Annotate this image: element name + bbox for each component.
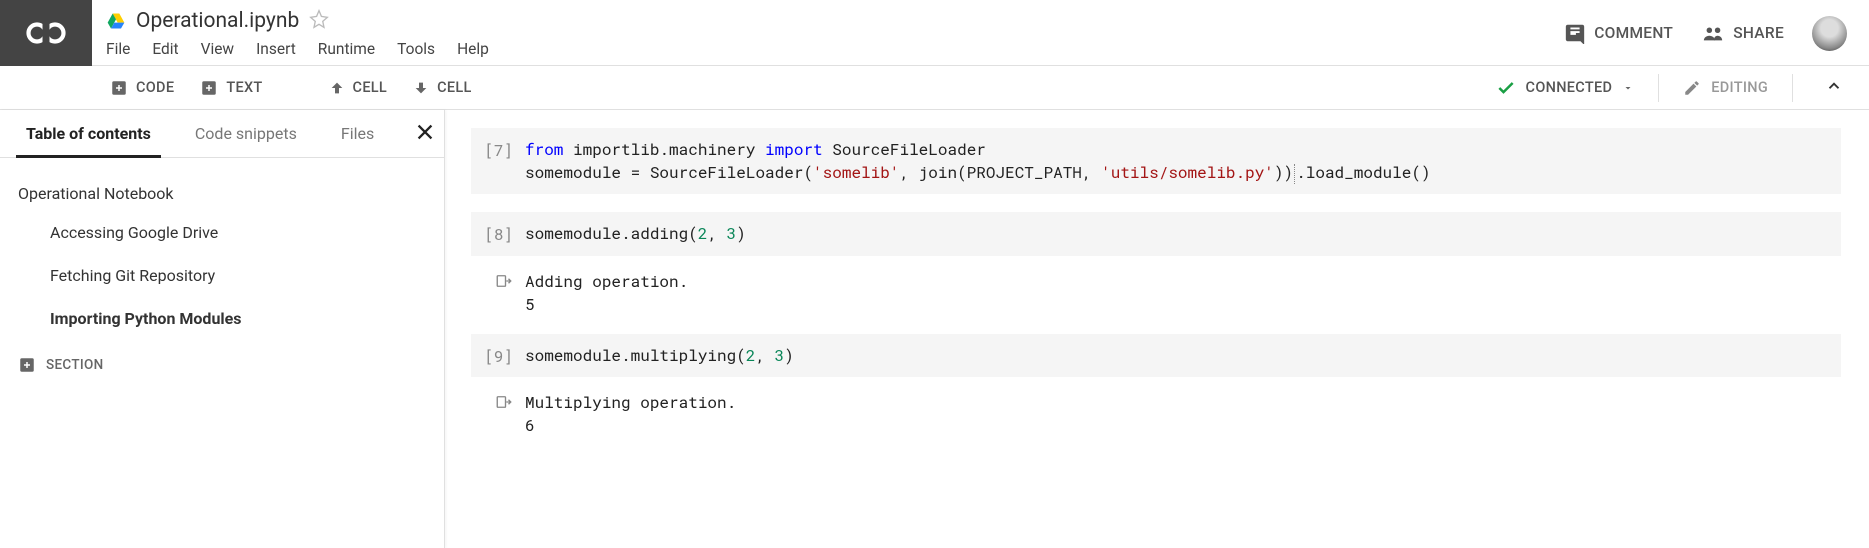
toc-heading[interactable]: Operational Notebook xyxy=(18,176,426,211)
menu-runtime[interactable]: Runtime xyxy=(318,40,375,58)
connection-label: CONNECTED xyxy=(1526,79,1613,96)
execution-count: [9] xyxy=(471,344,525,367)
execution-count: [7] xyxy=(471,138,525,184)
google-drive-icon xyxy=(106,11,126,31)
comment-label: COMMENT xyxy=(1594,24,1673,42)
sidebar-tabs: Table of contents Code snippets Files xyxy=(0,110,444,158)
caret-down-icon xyxy=(1622,82,1634,94)
toc-item[interactable]: Fetching Git Repository xyxy=(18,254,426,297)
add-section-label: SECTION xyxy=(46,357,103,373)
star-icon[interactable] xyxy=(309,9,329,33)
code-content[interactable]: from importlib.machinery import SourceFi… xyxy=(525,138,1431,184)
menu-view[interactable]: View xyxy=(201,40,235,58)
toc-list: Operational Notebook Accessing Google Dr… xyxy=(0,158,444,340)
menu-insert[interactable]: Insert xyxy=(256,40,296,58)
code-content[interactable]: somemodule.multiplying(2, 3) xyxy=(525,344,794,367)
notebook-cell: [8]somemodule.adding(2, 3) Adding operati… xyxy=(471,212,1841,316)
notebook-title[interactable]: Operational.ipynb xyxy=(136,9,299,33)
cell-output: Multiplying operation. 6 xyxy=(471,377,1841,437)
add-text-label: TEXT xyxy=(226,79,262,96)
code-content[interactable]: somemodule.adding(2, 3) xyxy=(525,222,746,245)
output-indicator-icon xyxy=(471,391,525,437)
output-text: Adding operation. 5 xyxy=(525,270,688,316)
editing-mode[interactable]: EDITING xyxy=(1683,79,1768,97)
main-body: Table of contents Code snippets Files Op… xyxy=(0,110,1869,548)
toolbar-divider xyxy=(1792,74,1793,102)
add-code-label: CODE xyxy=(136,79,174,96)
arrow-down-icon xyxy=(413,80,429,96)
close-icon xyxy=(414,121,436,143)
menu-file[interactable]: File xyxy=(106,40,130,58)
cell-down-button[interactable]: CELL xyxy=(405,79,480,96)
tab-toc[interactable]: Table of contents xyxy=(16,110,161,157)
output-indicator-icon xyxy=(471,270,525,316)
menu-edit[interactable]: Edit xyxy=(152,40,178,58)
header-actions: COMMENT SHARE xyxy=(1564,0,1869,66)
tab-files[interactable]: Files xyxy=(331,110,384,157)
code-input[interactable]: [7]from importlib.machinery import Sourc… xyxy=(471,128,1841,194)
execution-count: [8] xyxy=(471,222,525,245)
check-icon xyxy=(1496,78,1516,98)
cell-down-label: CELL xyxy=(437,79,472,96)
add-section-button[interactable]: SECTION xyxy=(0,340,444,390)
toc-item[interactable]: Importing Python Modules xyxy=(18,297,426,340)
toc-item[interactable]: Accessing Google Drive xyxy=(18,211,426,254)
add-code-button[interactable]: CODE xyxy=(102,79,182,97)
cell-up-button[interactable]: CELL xyxy=(321,79,396,96)
close-sidebar-button[interactable] xyxy=(414,121,436,147)
add-text-button[interactable]: TEXT xyxy=(192,79,270,97)
user-avatar[interactable] xyxy=(1812,16,1847,51)
title-area: Operational.ipynb File Edit View Insert … xyxy=(92,0,1564,58)
sidebar: Table of contents Code snippets Files Op… xyxy=(0,110,445,548)
notebook-cell: [7]from importlib.machinery import Sourc… xyxy=(471,128,1841,194)
notebook-cell: [9]somemodule.multiplying(2, 3) Multiplyi… xyxy=(471,334,1841,438)
plus-box-icon xyxy=(110,79,128,97)
editing-label: EDITING xyxy=(1711,79,1768,96)
share-label: SHARE xyxy=(1733,24,1784,42)
comment-icon xyxy=(1564,22,1586,44)
plus-box-icon xyxy=(18,356,36,374)
cell-up-label: CELL xyxy=(353,79,388,96)
menu-help[interactable]: Help xyxy=(457,40,489,58)
comment-button[interactable]: COMMENT xyxy=(1564,22,1673,44)
share-button[interactable]: SHARE xyxy=(1701,22,1784,44)
menu-bar: File Edit View Insert Runtime Tools Help xyxy=(106,36,1564,58)
code-input[interactable]: [8]somemodule.adding(2, 3) xyxy=(471,212,1841,255)
notebook-area[interactable]: [7]from importlib.machinery import Sourc… xyxy=(453,110,1869,548)
tab-snippets[interactable]: Code snippets xyxy=(185,110,307,157)
menu-tools[interactable]: Tools xyxy=(397,40,435,58)
pencil-icon xyxy=(1683,79,1701,97)
cell-output: Adding operation. 5 xyxy=(471,256,1841,316)
toolbar: CODE TEXT CELL CELL CONNECTED EDITING xyxy=(0,66,1869,110)
code-input[interactable]: [9]somemodule.multiplying(2, 3) xyxy=(471,334,1841,377)
output-text: Multiplying operation. 6 xyxy=(525,391,736,437)
plus-box-icon xyxy=(200,79,218,97)
text-cursor xyxy=(1294,164,1295,185)
colab-logo-icon xyxy=(24,19,68,47)
arrow-up-icon xyxy=(329,80,345,96)
app-header: Operational.ipynb File Edit View Insert … xyxy=(0,0,1869,66)
connection-status[interactable]: CONNECTED xyxy=(1496,78,1635,98)
collapse-header-button[interactable] xyxy=(1817,77,1851,99)
toolbar-divider xyxy=(1658,74,1659,102)
chevron-up-icon xyxy=(1825,77,1843,95)
colab-logo[interactable] xyxy=(0,0,92,66)
share-icon xyxy=(1701,22,1725,44)
